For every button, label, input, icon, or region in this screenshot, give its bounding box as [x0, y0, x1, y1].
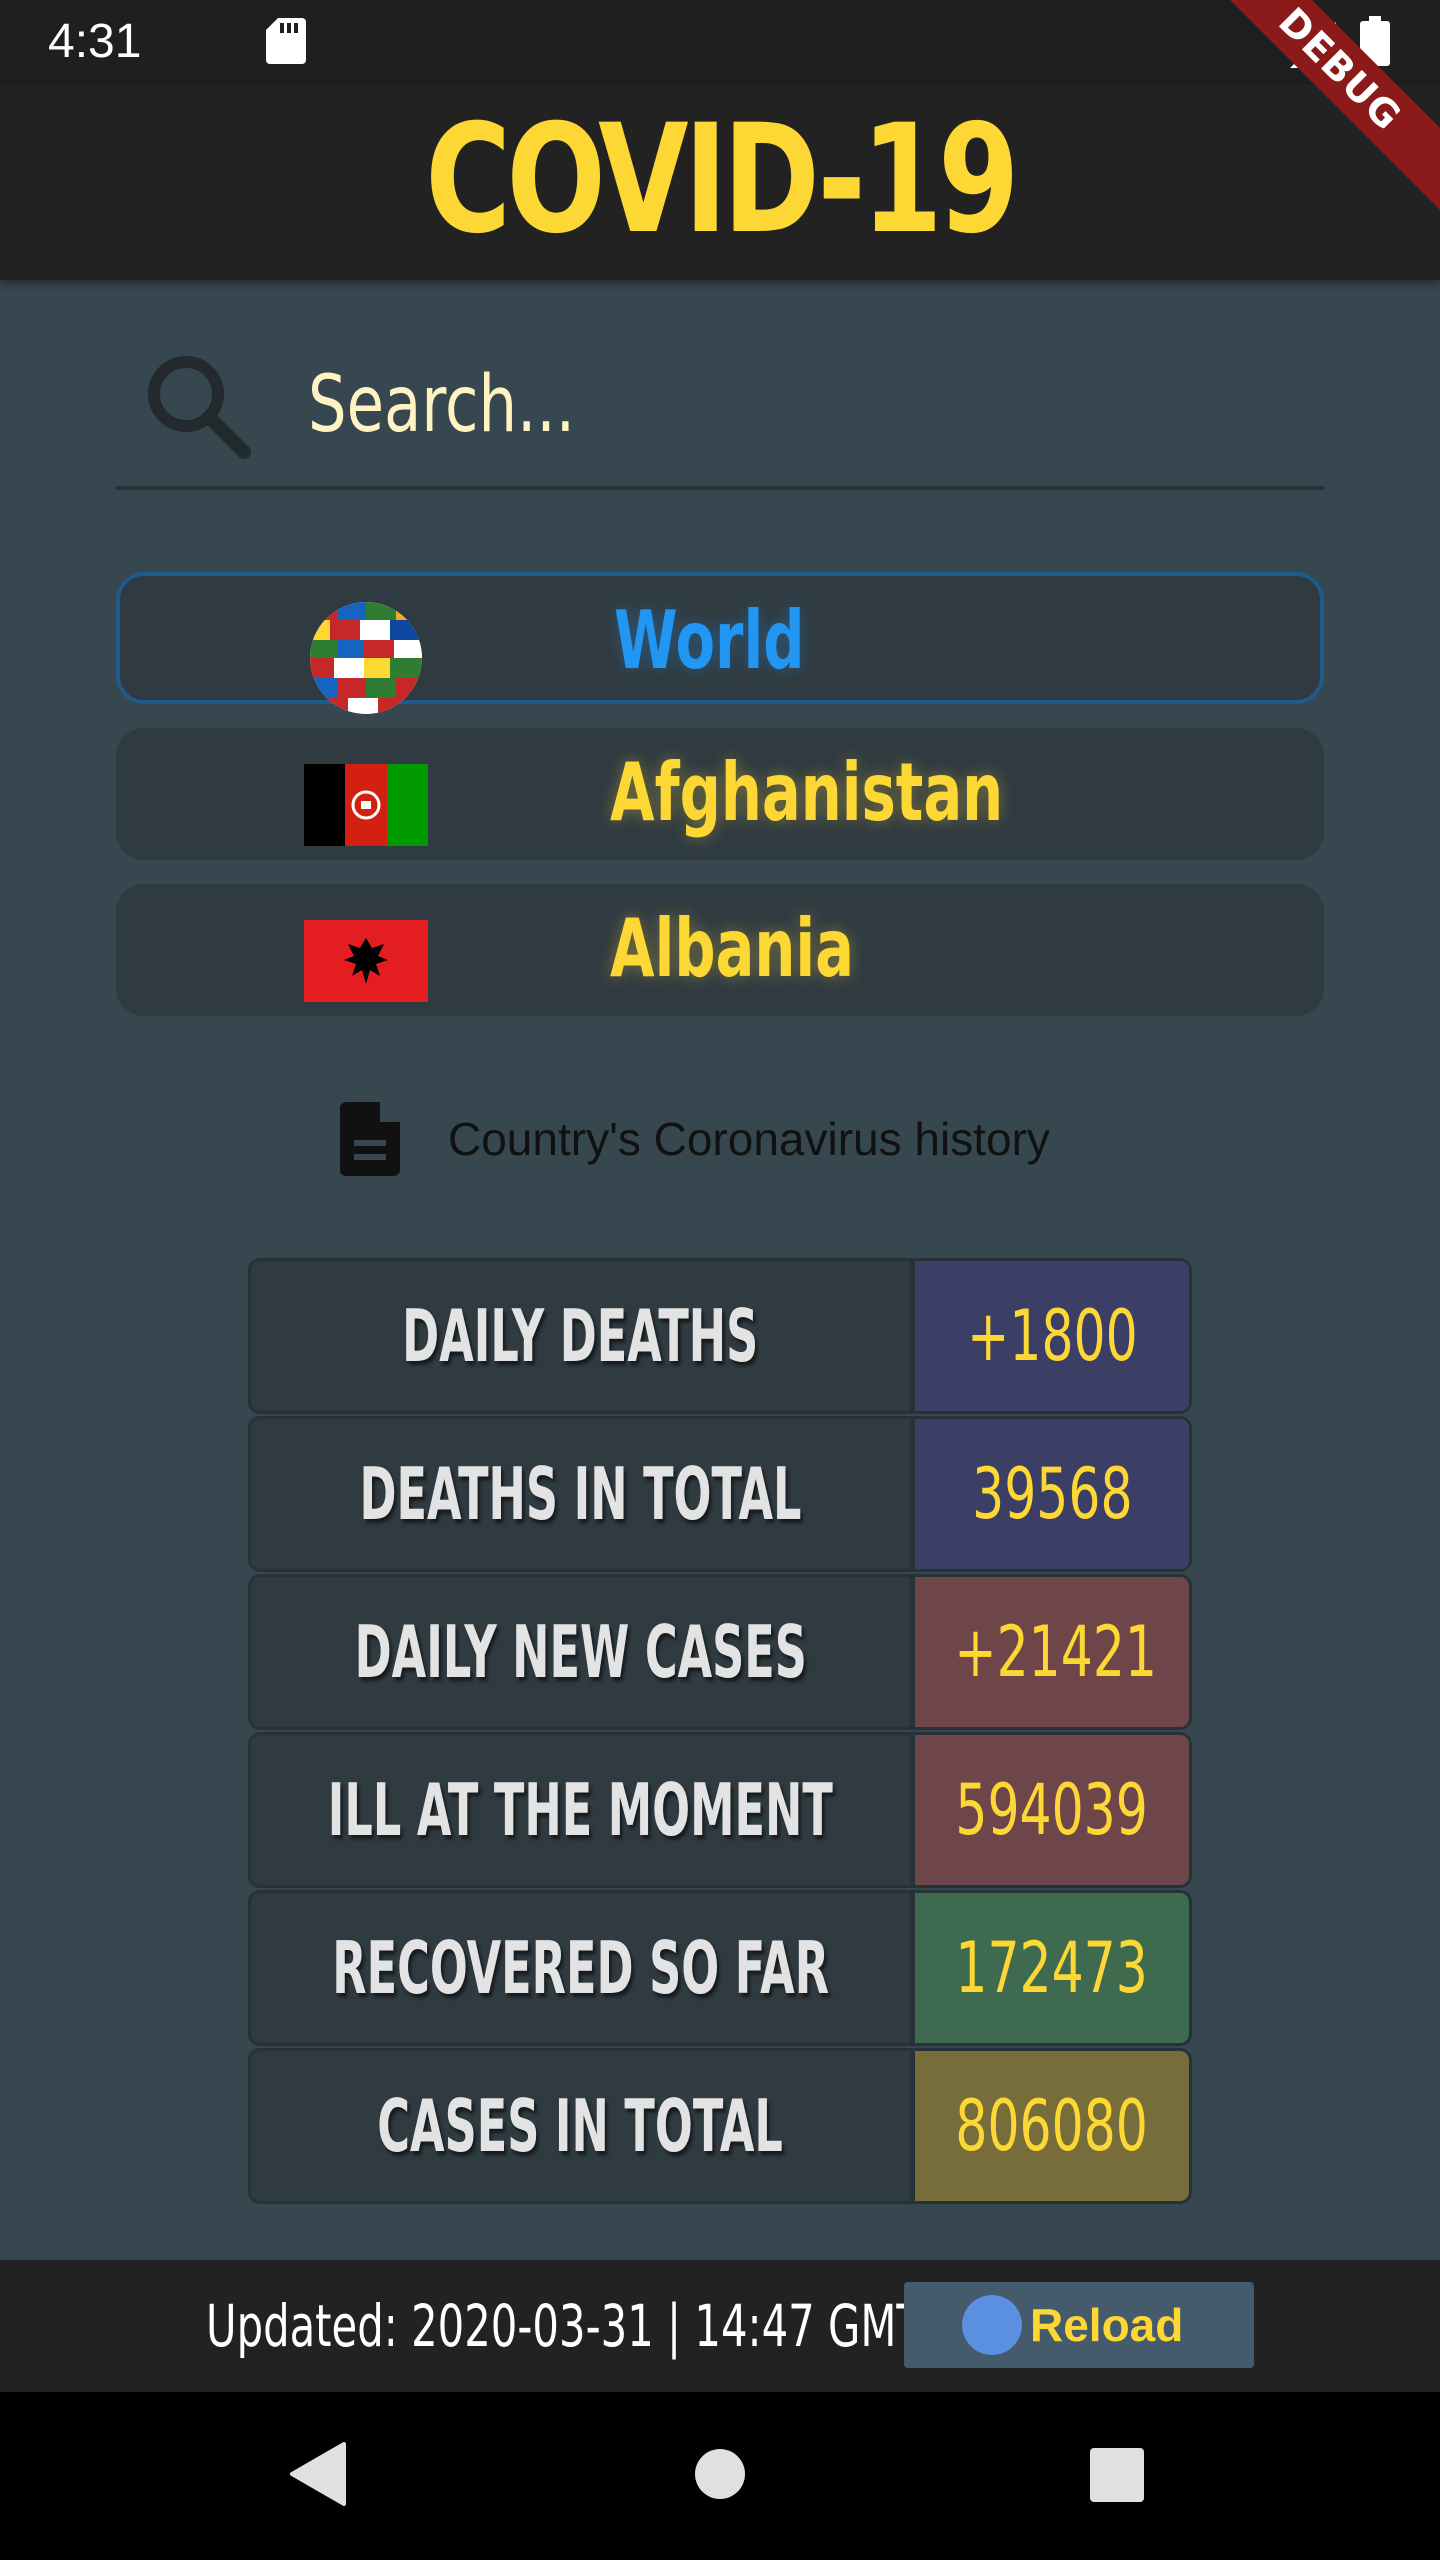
stat-row-daily-deaths: DAILY DEATHS +1800	[248, 1258, 1192, 1414]
stat-row-daily-new-cases: DAILY NEW CASES +21421	[248, 1574, 1192, 1730]
stat-row-cases-total: CASES IN TOTAL 806080	[248, 2048, 1192, 2204]
app-title: COVID-19	[425, 93, 1019, 267]
country-name: World	[614, 594, 805, 687]
stat-label: CASES IN TOTAL	[251, 2051, 915, 2201]
reload-icon	[962, 2295, 1022, 2355]
status-bar: 4:31	[0, 0, 1440, 84]
back-icon[interactable]	[290, 2442, 346, 2511]
status-time: 4:31	[48, 15, 142, 68]
search-icon[interactable]	[142, 350, 252, 465]
country-list: World Afghanistan Albania	[116, 572, 1324, 1040]
system-nav-bar	[0, 2392, 1440, 2560]
stat-value: 594039	[915, 1735, 1189, 1885]
stat-value: +1800	[915, 1261, 1189, 1411]
footer: Updated: 2020-03-31 | 14:47 GMT Reload	[0, 2260, 1440, 2392]
country-item-world[interactable]: World	[116, 572, 1324, 714]
sd-card-icon	[266, 18, 306, 69]
country-name: Afghanistan	[610, 746, 1004, 839]
stat-value: 172473	[915, 1893, 1189, 2043]
stat-row-ill-now: ILL AT THE MOMENT 594039	[248, 1732, 1192, 1888]
document-icon	[340, 1102, 400, 1181]
stat-row-recovered: RECOVERED SO FAR 172473	[248, 1890, 1192, 2046]
afghanistan-flag-icon	[304, 752, 428, 851]
country-name: Albania	[610, 902, 855, 995]
reload-button[interactable]: Reload	[904, 2282, 1254, 2368]
history-link[interactable]: Country's Coronavirus history	[340, 1098, 1140, 1178]
history-label: Country's Coronavirus history	[448, 1113, 1050, 1165]
recents-icon[interactable]	[1090, 2448, 1144, 2507]
app-bar: COVID-19	[0, 84, 1440, 280]
stat-label: DEATHS IN TOTAL	[251, 1419, 915, 1569]
country-item-albania[interactable]: Albania	[116, 884, 1324, 1016]
stat-label: DAILY DEATHS	[251, 1261, 915, 1411]
stat-label: ILL AT THE MOMENT	[251, 1735, 915, 1885]
stat-value: +21421	[915, 1577, 1189, 1727]
stat-row-deaths-total: DEATHS IN TOTAL 39568	[248, 1416, 1192, 1572]
search-input[interactable]	[308, 350, 1073, 460]
world-globe-icon	[308, 600, 424, 721]
albania-flag-icon	[304, 908, 428, 1007]
stat-label: RECOVERED SO FAR	[251, 1893, 915, 2043]
stat-label: DAILY NEW CASES	[251, 1577, 915, 1727]
stats-table: DAILY DEATHS +1800 DEATHS IN TOTAL 39568…	[248, 1258, 1192, 2206]
stat-value: 806080	[915, 2051, 1189, 2201]
search-bar	[116, 330, 1324, 490]
home-icon[interactable]	[694, 2448, 746, 2505]
reload-label: Reload	[1030, 2299, 1184, 2351]
country-item-afghanistan[interactable]: Afghanistan	[116, 728, 1324, 860]
updated-timestamp: Updated: 2020-03-31 | 14:47 GMT	[206, 2292, 922, 2360]
stat-value: 39568	[915, 1419, 1189, 1569]
